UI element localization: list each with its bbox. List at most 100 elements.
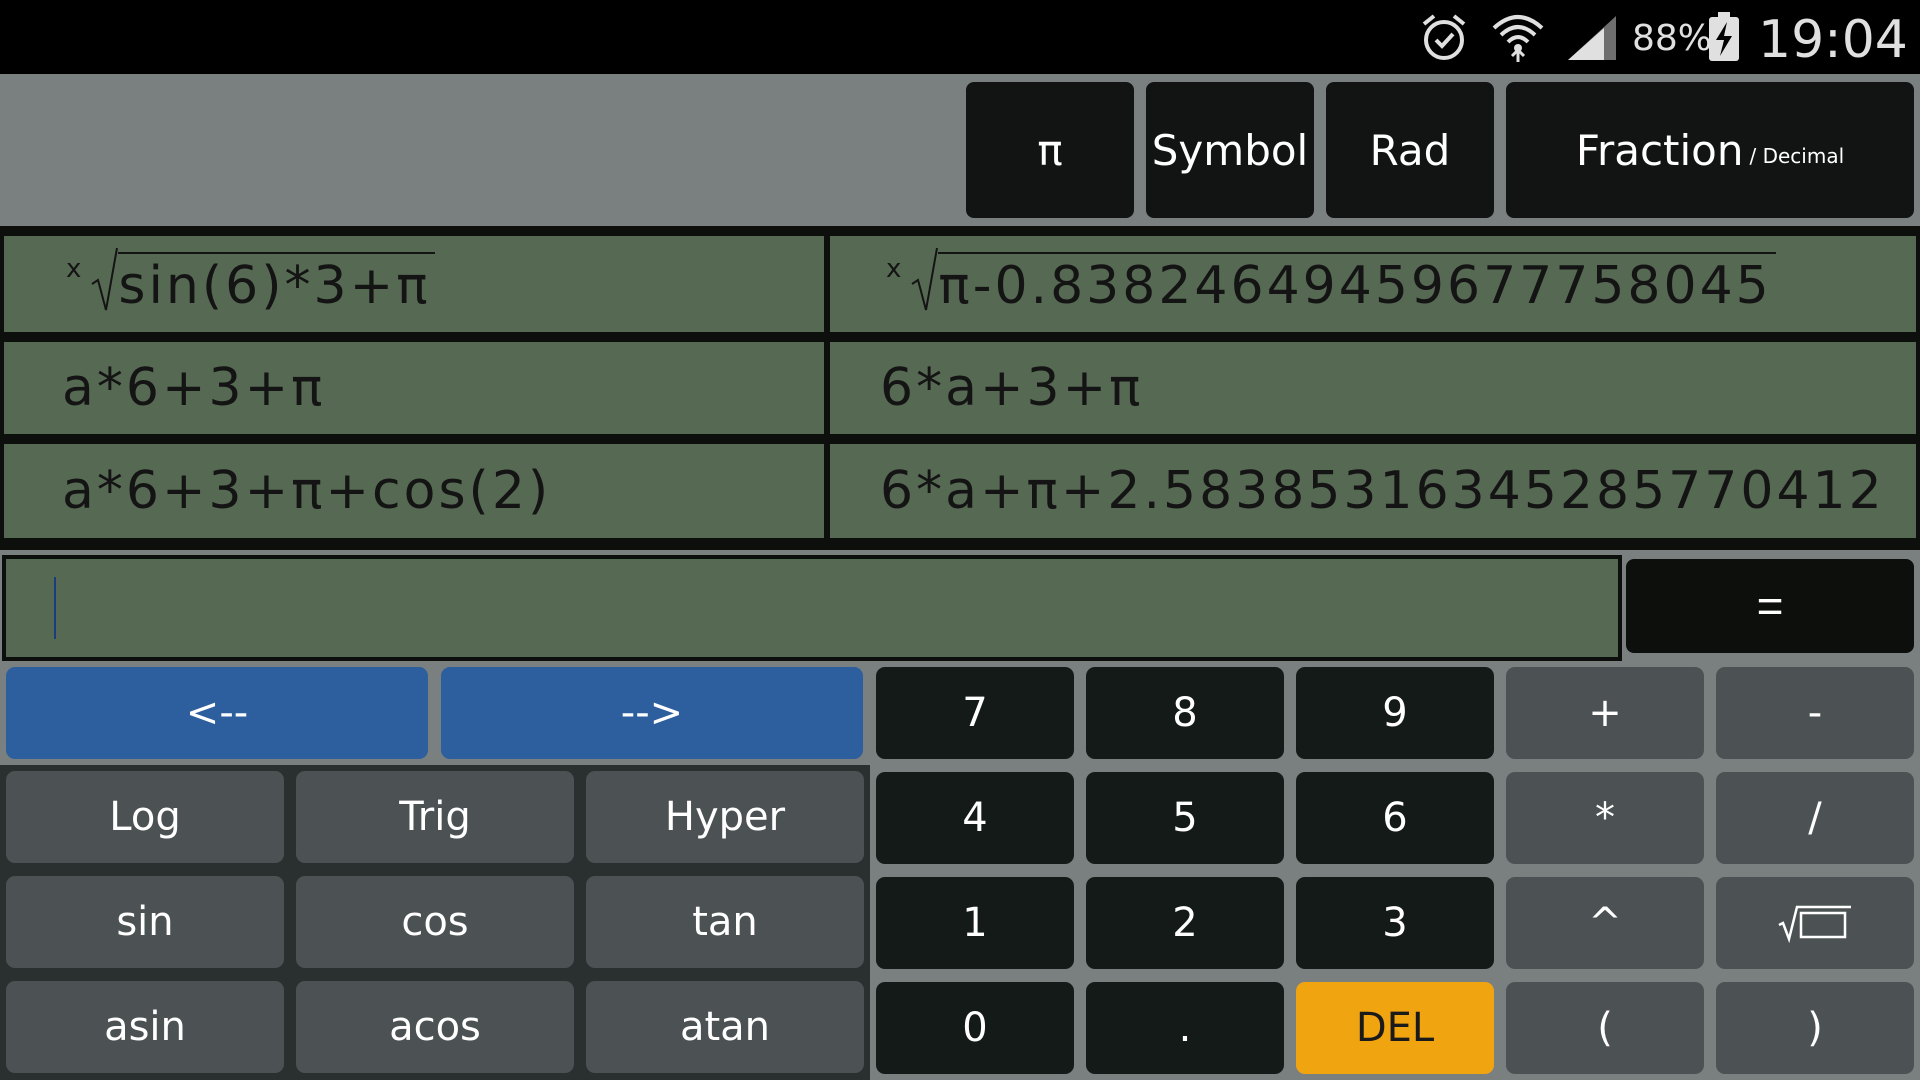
tan-button[interactable]: tan	[586, 876, 864, 968]
pi-label: π	[1037, 125, 1063, 175]
trig-label: Trig	[399, 794, 471, 840]
digit-7-label: 7	[962, 690, 988, 736]
rad-button[interactable]: Rad	[1326, 82, 1494, 218]
keypad: <-- --> Log Trig Hyper sin cos tan asin …	[0, 661, 1920, 1080]
rad-label: Rad	[1369, 125, 1451, 175]
asin-label: asin	[104, 1004, 186, 1050]
digit-0-label: 0	[962, 1005, 988, 1051]
root-index: x	[886, 254, 905, 284]
symbol-label: Symbol	[1151, 125, 1309, 175]
cursor-left-label: <--	[185, 690, 249, 736]
multiply-label: *	[1595, 795, 1615, 841]
nth-root-expression: x π-0.83824649459677758045	[886, 247, 1776, 316]
digit-2-button[interactable]: 2	[1086, 877, 1284, 969]
mode-toolbar: π Symbol Rad Fraction / Decimal	[0, 74, 1920, 224]
open-paren-button[interactable]: (	[1506, 982, 1704, 1074]
status-bar: 88% 19:04	[0, 0, 1920, 74]
history-output-cell[interactable]: x π-0.83824649459677758045	[830, 236, 1916, 332]
sqrt-key-icon	[1778, 905, 1851, 943]
cursor-right-label: -->	[620, 690, 684, 736]
battery-percent: 88%	[1632, 18, 1713, 59]
battery-charging-icon	[1709, 12, 1739, 61]
digit-6-label: 6	[1382, 795, 1408, 841]
digit-4-button[interactable]: 4	[876, 772, 1074, 864]
delete-button[interactable]: DEL	[1296, 982, 1494, 1074]
signal-icon	[1568, 16, 1616, 60]
history-output-cell[interactable]: 6*a+3+π	[830, 342, 1916, 434]
digit-3-button[interactable]: 3	[1296, 877, 1494, 969]
fraction-label: Fraction	[1575, 125, 1744, 175]
asin-button[interactable]: asin	[6, 981, 284, 1073]
digit-8-button[interactable]: 8	[1086, 667, 1284, 759]
digit-6-button[interactable]: 6	[1296, 772, 1494, 864]
wifi-icon	[1492, 15, 1544, 62]
digit-5-button[interactable]: 5	[1086, 772, 1284, 864]
history-output-text: 6*a+π+2.58385316345285770412	[880, 461, 1885, 521]
cos-label: cos	[401, 899, 469, 945]
alarm-icon	[1422, 14, 1466, 60]
hyper-label: Hyper	[664, 794, 786, 840]
digit-5-label: 5	[1172, 795, 1198, 841]
digit-0-button[interactable]: 0	[876, 982, 1074, 1074]
pi-button[interactable]: π	[966, 82, 1134, 218]
equals-button[interactable]: =	[1626, 559, 1914, 653]
radical-sign-icon	[91, 247, 119, 311]
fraction-decimal-button[interactable]: Fraction / Decimal	[1506, 82, 1914, 218]
delete-label: DEL	[1355, 1005, 1435, 1051]
power-button[interactable]: ^	[1506, 877, 1704, 969]
history-output-text: 6*a+3+π	[880, 358, 1144, 418]
input-row: =	[0, 553, 1920, 661]
divide-label: /	[1808, 795, 1822, 841]
digit-1-button[interactable]: 1	[876, 877, 1074, 969]
digit-9-label: 9	[1382, 690, 1408, 736]
close-paren-label: )	[1807, 1005, 1823, 1051]
multiply-button[interactable]: *	[1506, 772, 1704, 864]
plus-button[interactable]: +	[1506, 667, 1704, 759]
hyper-button[interactable]: Hyper	[586, 771, 864, 863]
sqrt-button[interactable]	[1716, 877, 1914, 969]
cursor-left-button[interactable]: <--	[6, 667, 428, 759]
digit-2-label: 2	[1172, 900, 1198, 946]
history-input-cell[interactable]: a*6+3+π+cos(2)	[4, 444, 824, 538]
cos-button[interactable]: cos	[296, 876, 574, 968]
symbol-button[interactable]: Symbol	[1146, 82, 1314, 218]
digit-7-button[interactable]: 7	[876, 667, 1074, 759]
minus-label: -	[1807, 690, 1823, 736]
open-paren-label: (	[1597, 1005, 1613, 1051]
text-caret	[54, 577, 56, 639]
power-label: ^	[1588, 900, 1622, 946]
digit-3-label: 3	[1382, 900, 1408, 946]
digit-1-label: 1	[962, 900, 988, 946]
divide-button[interactable]: /	[1716, 772, 1914, 864]
root-index: x	[66, 254, 85, 284]
plus-label: +	[1588, 690, 1622, 736]
acos-label: acos	[389, 1004, 481, 1050]
decimal-point-button[interactable]: .	[1086, 982, 1284, 1074]
sin-label: sin	[116, 899, 174, 945]
trig-button[interactable]: Trig	[296, 771, 574, 863]
history-input-text: sin(6)*3+π	[118, 252, 435, 316]
history-table: x sin(6)*3+π x π-0.83824649459677758045 …	[0, 226, 1920, 550]
decimal-label: / Decimal	[1749, 144, 1845, 168]
history-input-cell[interactable]: x sin(6)*3+π	[4, 236, 824, 332]
history-input-cell[interactable]: a*6+3+π	[4, 342, 824, 434]
function-panel: Log Trig Hyper sin cos tan asin acos ata…	[0, 765, 870, 1080]
sin-button[interactable]: sin	[6, 876, 284, 968]
history-output-cell[interactable]: 6*a+π+2.58385316345285770412	[830, 444, 1916, 538]
log-label: Log	[109, 794, 181, 840]
digit-8-label: 8	[1172, 690, 1198, 736]
close-paren-button[interactable]: )	[1716, 982, 1914, 1074]
history-input-text: a*6+3+π+cos(2)	[62, 461, 552, 521]
log-button[interactable]: Log	[6, 771, 284, 863]
cursor-right-button[interactable]: -->	[441, 667, 863, 759]
minus-button[interactable]: -	[1716, 667, 1914, 759]
expression-input[interactable]	[2, 555, 1622, 661]
digit-9-button[interactable]: 9	[1296, 667, 1494, 759]
decimal-point-label: .	[1178, 1005, 1192, 1051]
acos-button[interactable]: acos	[296, 981, 574, 1073]
tan-label: tan	[692, 899, 758, 945]
history-output-text: π-0.83824649459677758045	[938, 252, 1776, 316]
digit-4-label: 4	[962, 795, 988, 841]
atan-button[interactable]: atan	[586, 981, 864, 1073]
radical-sign-icon	[911, 247, 939, 311]
